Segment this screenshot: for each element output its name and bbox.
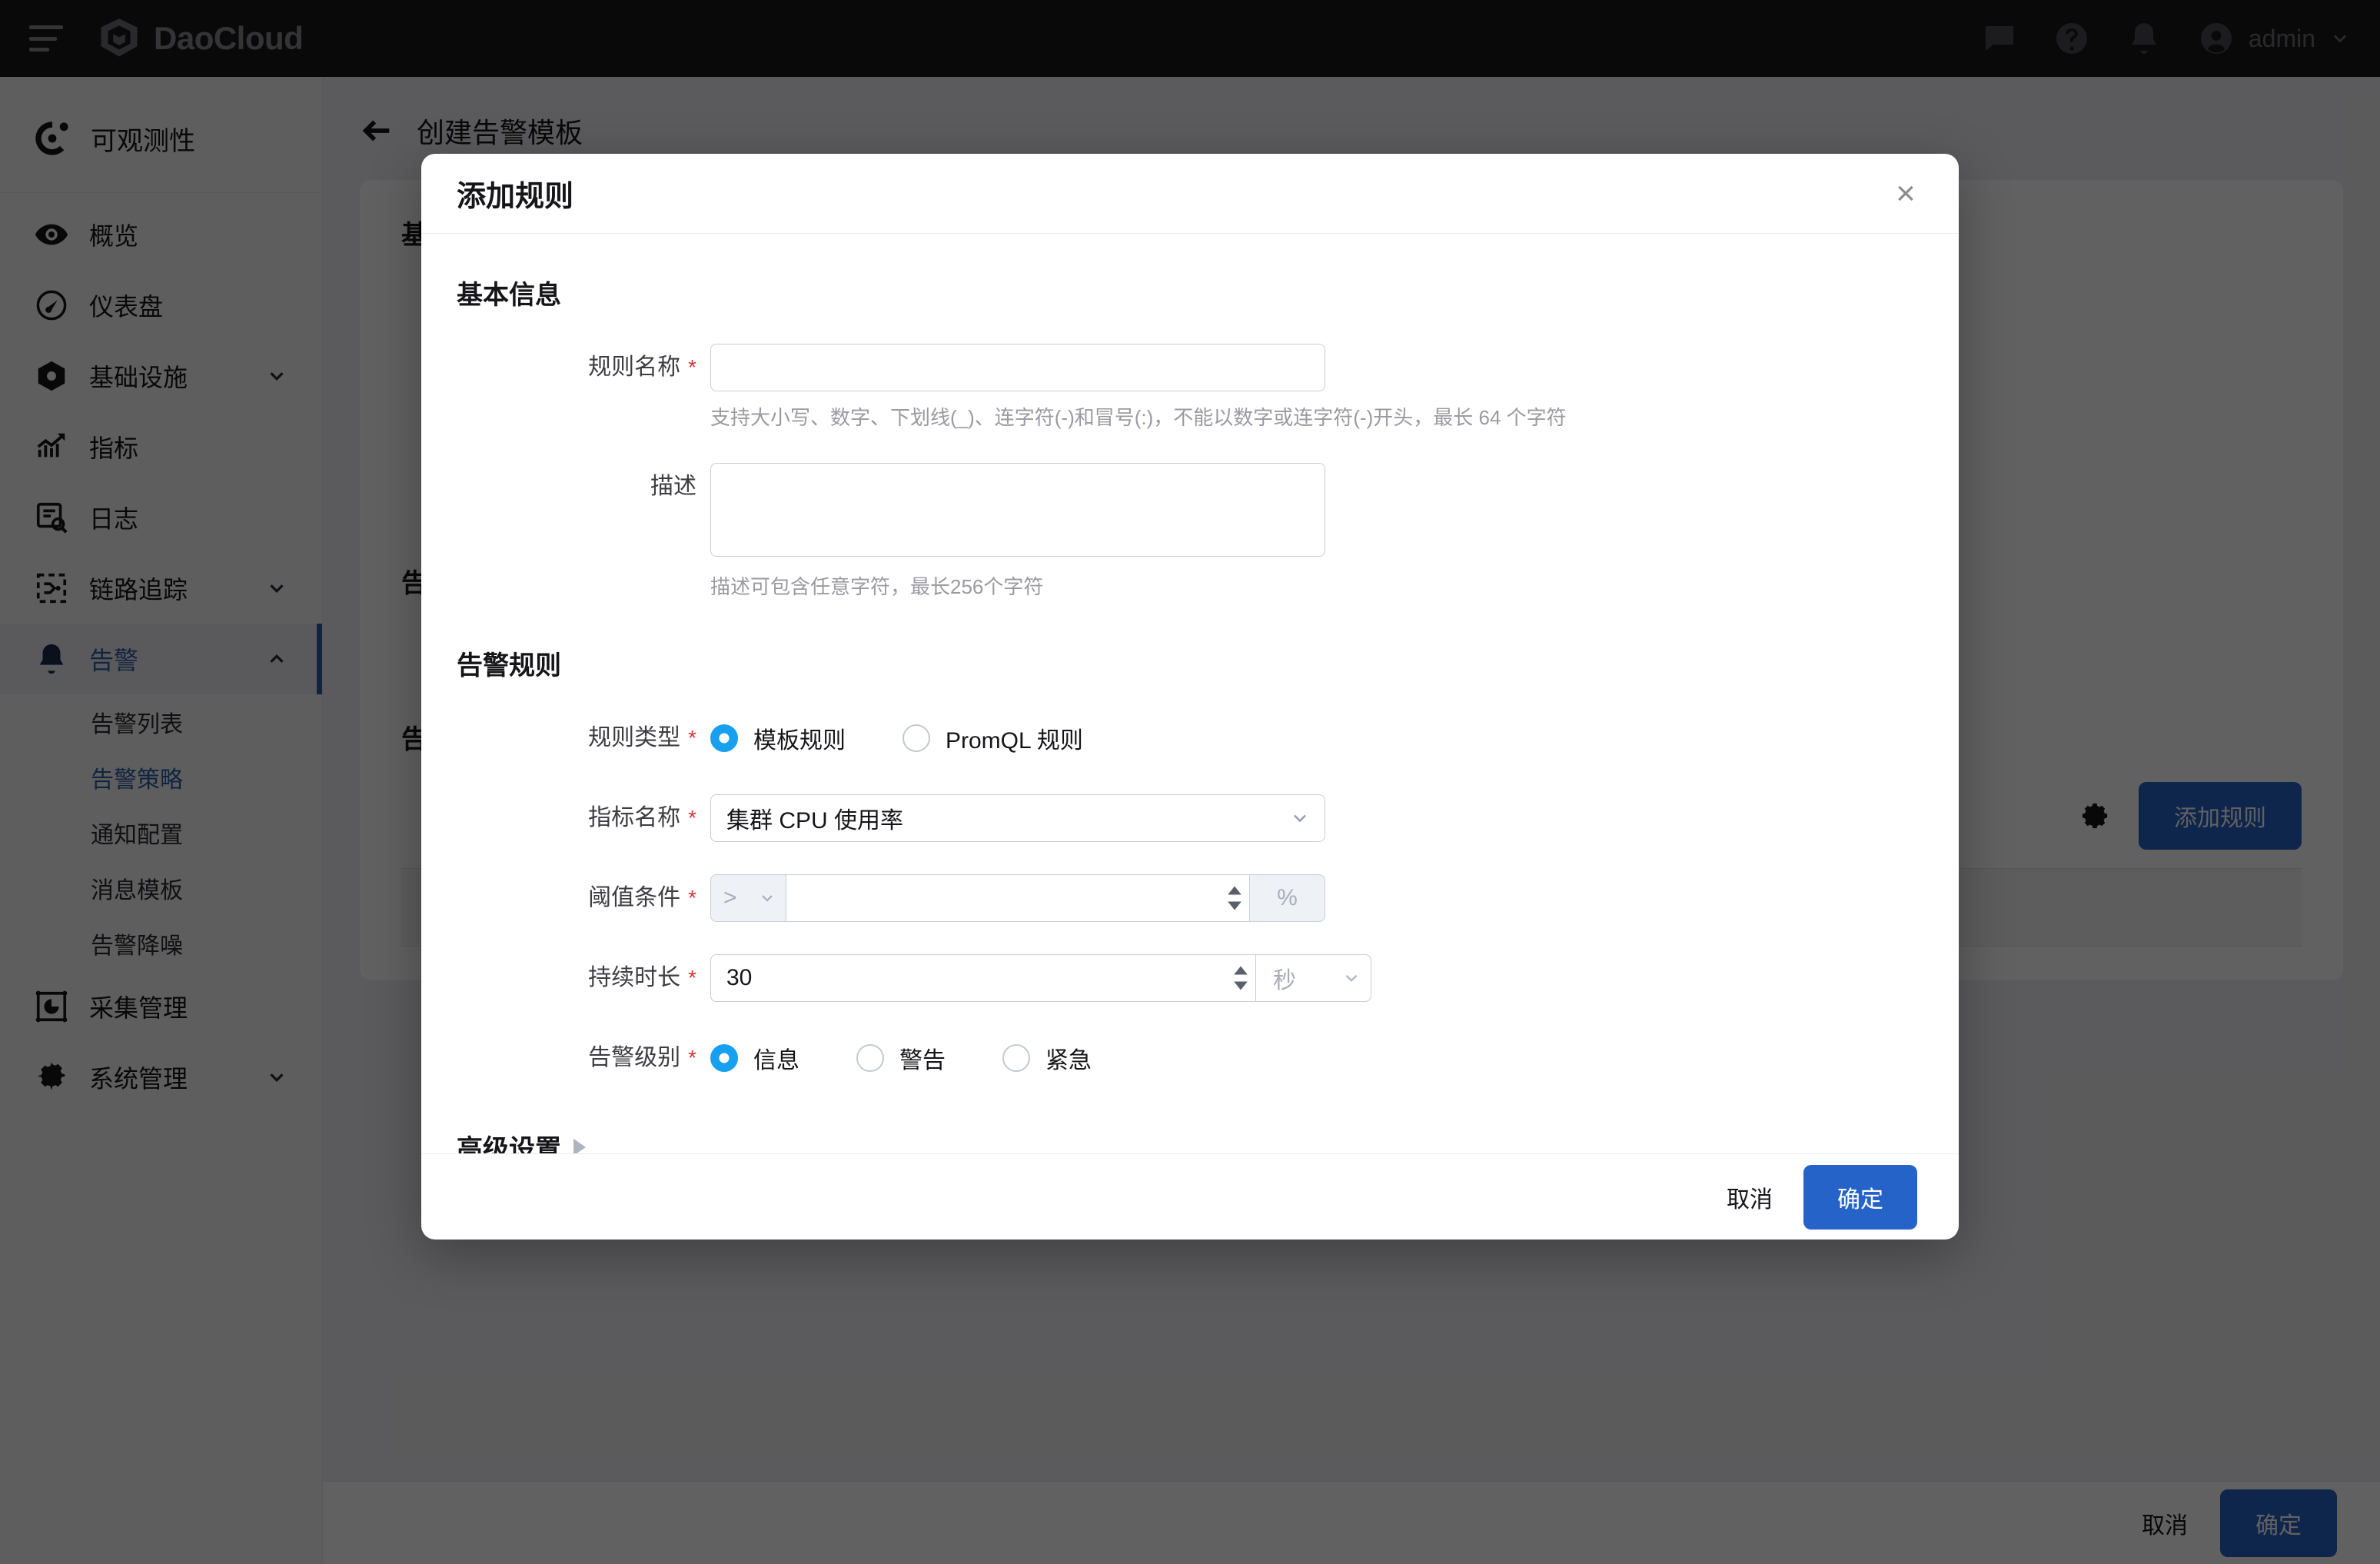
radio-dot [710,724,738,752]
radio-dot [902,724,930,752]
threshold-operator-value: > [723,885,737,911]
required-marker: * [688,726,696,750]
field-control: 描述可包含任意字符，最长256个字符 [710,463,1923,600]
stepper-up-icon[interactable] [1232,965,1249,976]
radio-label: 信息 [753,1041,799,1075]
rule-type-radio-group: 模板规则 PromQL 规则 [710,714,1923,762]
field-control: 集群 CPU 使用率 [710,794,1923,842]
radio-severity-warning[interactable]: 警告 [856,1041,946,1075]
rule-name-input[interactable] [710,344,1325,391]
required-marker: * [688,886,696,910]
severity-radio-group: 信息 警告 紧急 [710,1034,1923,1082]
field-control: 秒 [710,954,1923,1002]
threshold-unit-value: % [1277,885,1298,911]
radio-rule-type-promql[interactable]: PromQL 规则 [902,721,1083,755]
field-label-wrap: 规则名称 * [457,344,710,391]
metric-name-select[interactable]: 集群 CPU 使用率 [710,794,1325,842]
field-label: 告警级别 [588,1045,680,1070]
field-duration: 持续时长 * 秒 [457,954,1923,1002]
chevron-down-icon [1289,807,1311,829]
field-label: 规则名称 [588,354,680,380]
field-metric-name: 指标名称 * 集群 CPU 使用率 [457,794,1923,842]
dialog-footer: 取消 确定 [421,1153,1959,1240]
metric-name-value: 集群 CPU 使用率 [726,801,903,835]
dialog-confirm-button[interactable]: 确定 [1803,1165,1917,1230]
duration-unit-select[interactable]: 秒 [1256,954,1371,1002]
stepper-down-icon[interactable] [1232,980,1249,991]
description-hint: 描述可包含任意字符，最长256个字符 [710,571,1923,600]
rule-name-hint: 支持大小写、数字、下划线(_)、连字符(-)和冒号(:)，不能以数字或连字符(-… [710,402,1923,431]
field-label: 阈值条件 [588,885,680,910]
field-label-wrap: 阈值条件 * [457,874,710,922]
radio-severity-info[interactable]: 信息 [710,1041,799,1075]
radio-label: 警告 [899,1041,946,1075]
threshold-stepper[interactable] [1226,885,1243,911]
dialog-header: 添加规则 × [421,154,1959,234]
required-marker: * [688,966,696,990]
dialog-title: 添加规则 [457,172,573,215]
radio-severity-critical[interactable]: 紧急 [1002,1041,1092,1075]
threshold-input-group: > % [710,874,1325,922]
add-rule-dialog: 添加规则 × 基本信息 规则名称 * 支持大小写、数字、下划线(_)、连字符(-)… [421,154,1959,1240]
stepper-down-icon[interactable] [1226,900,1243,911]
dialog-cancel-button[interactable]: 取消 [1727,1180,1773,1214]
radio-label: 紧急 [1045,1041,1092,1075]
duration-stepper[interactable] [1232,965,1249,991]
chevron-down-icon [1341,968,1361,988]
field-label-wrap: 描述 [457,463,710,511]
radio-dot [1002,1044,1030,1072]
triangle-right-icon [573,1139,586,1154]
duration-unit-value: 秒 [1273,961,1296,995]
threshold-value-input[interactable] [802,885,1220,911]
field-rule-type: 规则类型 * 模板规则 PromQL 规则 [457,714,1923,762]
field-threshold: 阈值条件 * > [457,874,1923,922]
required-marker: * [688,1046,696,1070]
advanced-settings-label: 高级设置 [457,1128,561,1153]
radio-label: 模板规则 [753,721,846,755]
field-label-wrap: 持续时长 * [457,954,710,1002]
threshold-value-wrap [786,874,1250,922]
field-control: 支持大小写、数字、下划线(_)、连字符(-)和冒号(:)，不能以数字或连字符(-… [710,344,1923,431]
field-label: 指标名称 [588,805,680,830]
field-label-wrap: 规则类型 * [457,714,710,762]
field-description: 描述 描述可包含任意字符，最长256个字符 [457,463,1923,600]
field-severity: 告警级别 * 信息 警告 紧急 [457,1034,1923,1082]
radio-label: PromQL 规则 [946,721,1083,755]
required-marker: * [688,806,696,830]
chevron-down-icon [758,889,776,907]
field-control: 信息 警告 紧急 [710,1034,1923,1082]
radio-dot [856,1044,884,1072]
field-control: > % [710,874,1923,922]
field-label: 规则类型 [588,725,680,750]
field-label-wrap: 指标名称 * [457,794,710,842]
dialog-section-alert-rule: 告警规则 [457,644,1923,682]
field-rule-name: 规则名称 * 支持大小写、数字、下划线(_)、连字符(-)和冒号(:)，不能以数字… [457,344,1923,431]
duration-value-wrap [710,954,1256,1002]
field-label: 描述 [650,474,696,499]
field-control: 模板规则 PromQL 规则 [710,714,1923,762]
field-label-wrap: 告警级别 * [457,1034,710,1082]
radio-rule-type-template[interactable]: 模板规则 [710,721,846,755]
advanced-settings-toggle[interactable]: 高级设置 [457,1128,1923,1153]
stepper-up-icon[interactable] [1226,885,1243,896]
description-textarea[interactable] [710,463,1325,557]
close-icon[interactable]: × [1888,176,1923,211]
duration-input-group: 秒 [710,954,1371,1002]
threshold-operator-select[interactable]: > [710,874,786,922]
duration-value-input[interactable] [726,965,1226,991]
radio-dot [710,1044,738,1072]
required-marker: * [688,355,696,379]
dialog-body: 基本信息 规则名称 * 支持大小写、数字、下划线(_)、连字符(-)和冒号(:)，… [421,234,1959,1153]
field-label: 持续时长 [588,965,680,990]
threshold-unit: % [1250,874,1325,922]
screen: DaoCloud admin [0,0,2380,1564]
dialog-section-basic-info: 基本信息 [457,274,1923,311]
